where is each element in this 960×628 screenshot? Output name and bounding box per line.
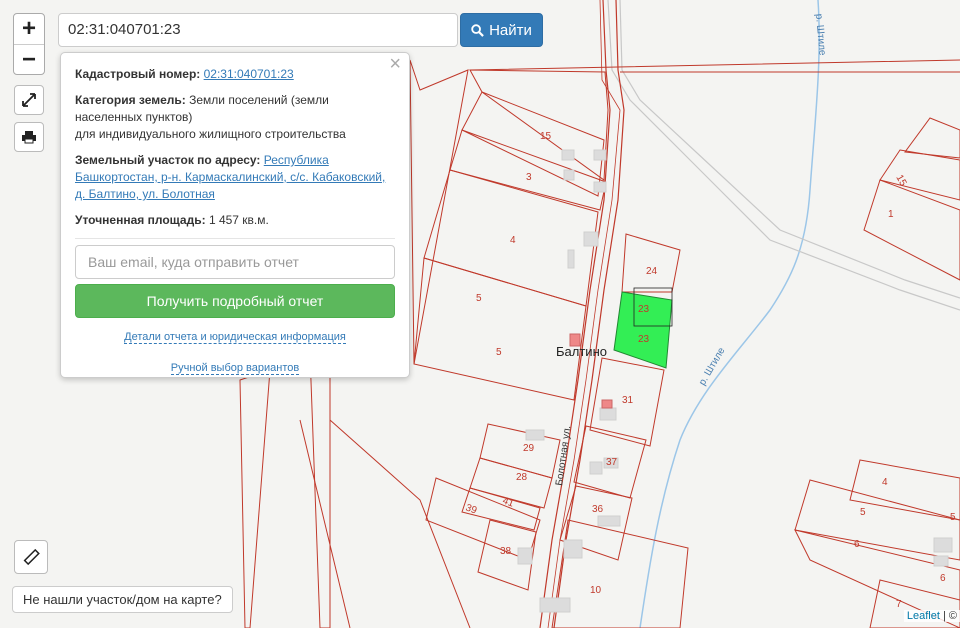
plot-label: 29	[523, 443, 535, 454]
plot-label: 37	[606, 457, 618, 468]
cadastral-label: Кадастровый номер:	[75, 67, 201, 81]
plot-label: 5	[496, 347, 502, 358]
plot-label: 10	[590, 585, 602, 596]
plot-label: 7	[896, 599, 902, 610]
plot-label: 6	[940, 573, 946, 584]
plot-label: 5	[860, 507, 866, 518]
category-label: Категория земель:	[75, 93, 186, 107]
search-icon	[471, 23, 484, 37]
zoom-control: + −	[13, 13, 45, 75]
address-label: Земельный участок по адресу:	[75, 153, 261, 167]
area-value: 1 457 кв.м.	[208, 213, 269, 227]
plot-label: 36	[592, 504, 604, 515]
parcel-info-popup: × Кадастровый номер: 02:31:040701:23 Кат…	[60, 52, 410, 378]
leaflet-link[interactable]: Leaflet	[907, 610, 940, 622]
not-found-button[interactable]: Не нашли участок/дом на карте?	[12, 586, 233, 613]
plot-label: 23	[638, 334, 650, 345]
place-label-baltino: Балтино	[556, 344, 607, 359]
plot-label: 28	[516, 472, 528, 483]
ruler-icon	[23, 548, 40, 566]
area-label: Уточненная площадь:	[75, 213, 206, 227]
plot-label: 4	[510, 235, 516, 246]
plot-label: 15	[540, 131, 552, 142]
print-button[interactable]	[14, 122, 44, 152]
zoom-in-button[interactable]: +	[14, 14, 44, 44]
printer-icon	[22, 131, 36, 144]
manual-selection-link[interactable]: Ручной выбор вариантов	[170, 362, 300, 375]
plot-label: 5	[950, 512, 956, 523]
attribution-rest: | ©	[942, 610, 957, 622]
plot-label: 3	[526, 172, 532, 183]
cadastral-number-link[interactable]: 02:31:040701:23	[204, 67, 294, 81]
map-attribution: Leaflet | ©	[903, 610, 960, 622]
plot-label: 6	[854, 539, 860, 550]
plot-label: 5	[476, 293, 482, 304]
fullscreen-button[interactable]	[14, 85, 44, 115]
get-report-button[interactable]: Получить подробный отчет	[75, 284, 395, 318]
plot-label: 38	[500, 546, 512, 557]
plot-label: 24	[646, 266, 658, 277]
search-button-label: Найти	[489, 21, 532, 39]
plot-label: 31	[622, 395, 634, 406]
search-button[interactable]: Найти	[460, 13, 543, 47]
plot-label: 1	[888, 209, 894, 220]
close-icon[interactable]: ×	[389, 54, 401, 74]
report-details-link[interactable]: Детали отчета и юридическая информация	[124, 331, 346, 344]
plot-label: 23	[638, 304, 650, 315]
email-input[interactable]: Ваш email, куда отправить отчет	[75, 245, 395, 279]
category-use: для индивидуального жилищного строительс…	[75, 127, 346, 141]
zoom-out-button[interactable]: −	[14, 44, 44, 75]
measure-button[interactable]	[14, 540, 48, 574]
cadastral-search-input[interactable]: 02:31:040701:23	[58, 13, 458, 47]
plot-label: 4	[882, 477, 888, 488]
expand-icon	[22, 93, 36, 107]
